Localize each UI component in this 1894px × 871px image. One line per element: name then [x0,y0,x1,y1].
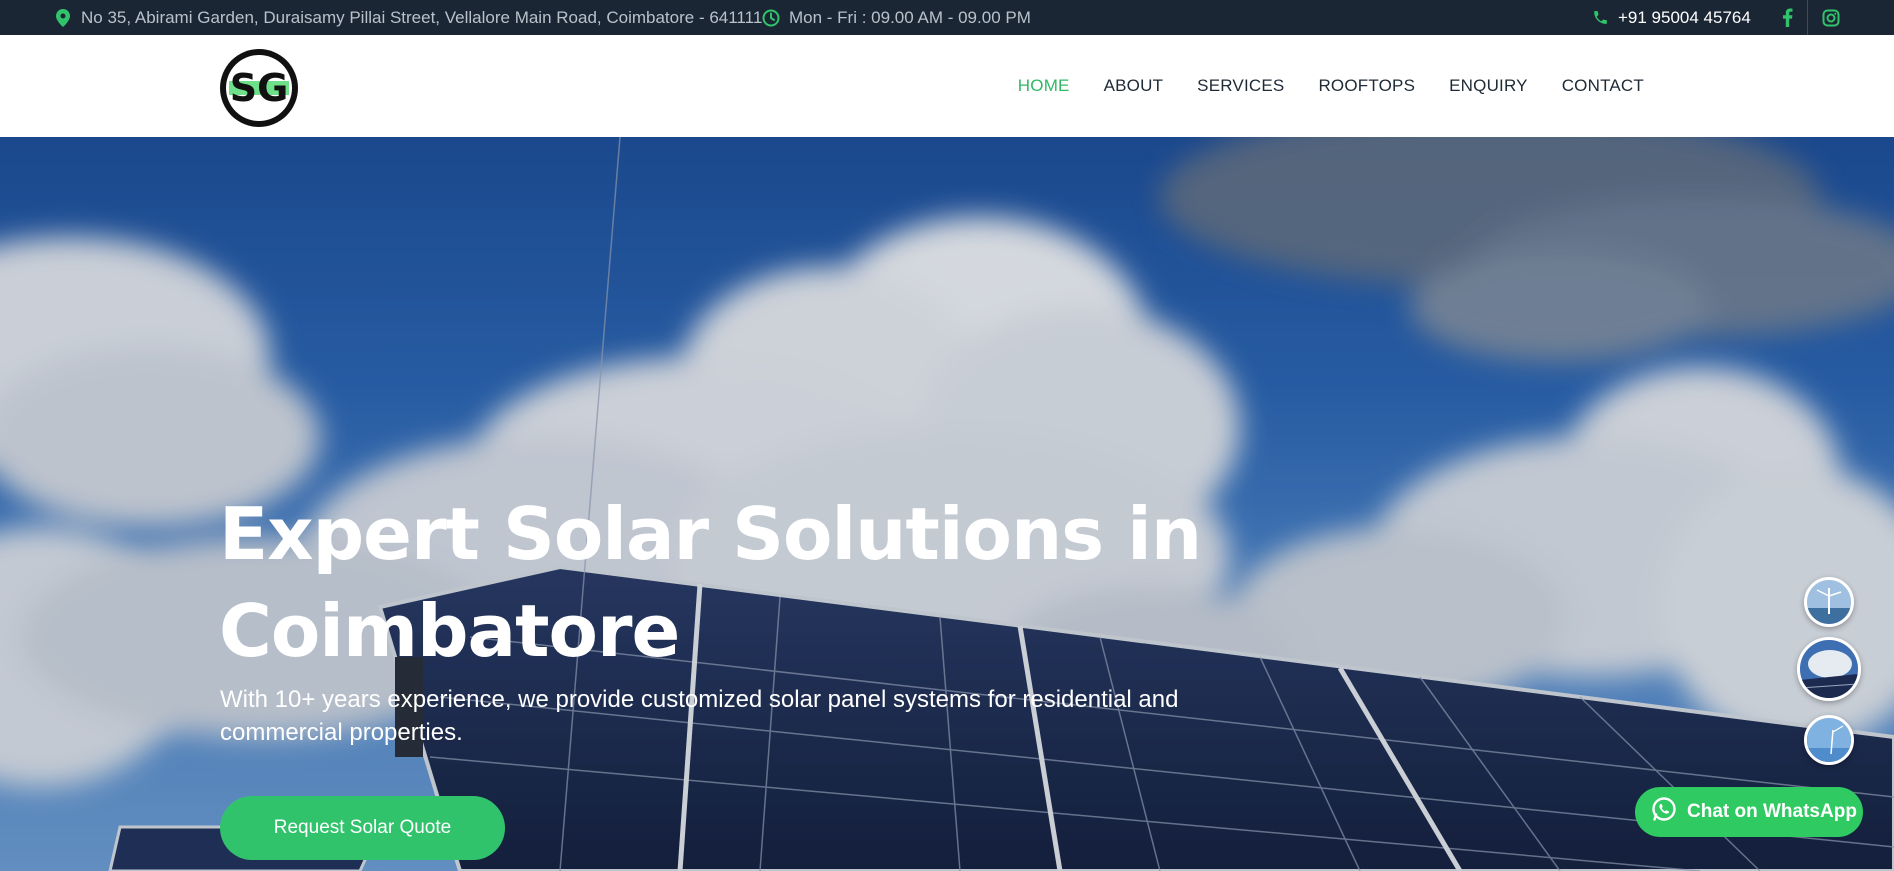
phone-icon [1591,9,1609,27]
nav-rooftops[interactable]: ROOFTOPS [1318,76,1415,96]
site-logo[interactable]: SG [219,48,299,128]
whatsapp-icon [1651,796,1677,828]
hours-text: Mon - Fri : 09.00 AM - 09.00 PM [789,7,1031,27]
hours-item: Mon - Fri : 09.00 AM - 09.00 PM [762,0,1031,35]
slide-thumbnail-2-active[interactable] [1797,637,1861,701]
clock-icon [762,9,780,27]
phone-item[interactable]: +91 95004 45764 [1591,0,1751,35]
facebook-icon[interactable] [1764,0,1810,35]
request-quote-button[interactable]: Request Solar Quote [220,796,505,860]
nav-home[interactable]: HOME [1018,76,1070,96]
map-pin-icon [54,8,72,27]
address-item: No 35, Abirami Garden, Duraisamy Pillai … [54,0,762,35]
whatsapp-label: Chat on WhatsApp [1687,801,1857,822]
slide-thumbnail-1[interactable] [1804,577,1854,627]
hero-title-line2: Coimbatore [219,589,680,673]
nav-enquiry[interactable]: ENQUIRY [1449,76,1528,96]
instagram-icon[interactable] [1808,0,1854,35]
phone-text[interactable]: +91 95004 45764 [1618,8,1751,28]
nav-about[interactable]: ABOUT [1104,76,1164,96]
slide-thumbnail-3[interactable] [1804,715,1854,765]
whatsapp-chat-button[interactable]: Chat on WhatsApp [1635,787,1863,837]
hero-section: Expert Solar Solutions in Coimbatore Wit… [0,137,1894,871]
hero-title: Expert Solar Solutions in Coimbatore [219,486,1219,680]
hero-subtitle-line1: With 10+ years experience, we provide cu… [220,686,1179,713]
hero-subtitle-line2: commercial properties. [220,719,463,746]
hero-subtitle: With 10+ years experience, we provide cu… [220,683,1220,749]
top-info-bar: No 35, Abirami Garden, Duraisamy Pillai … [0,0,1894,35]
nav-contact[interactable]: CONTACT [1562,76,1644,96]
main-navbar: SG HOME ABOUT SERVICES ROOFTOPS ENQUIRY … [0,35,1894,137]
address-text: No 35, Abirami Garden, Duraisamy Pillai … [81,7,763,27]
logo-text: SG [230,66,289,110]
hero-title-line1: Expert Solar Solutions in [219,492,1202,576]
primary-menu: HOME ABOUT SERVICES ROOFTOPS ENQUIRY CON… [1018,35,1644,137]
nav-services[interactable]: SERVICES [1197,76,1284,96]
